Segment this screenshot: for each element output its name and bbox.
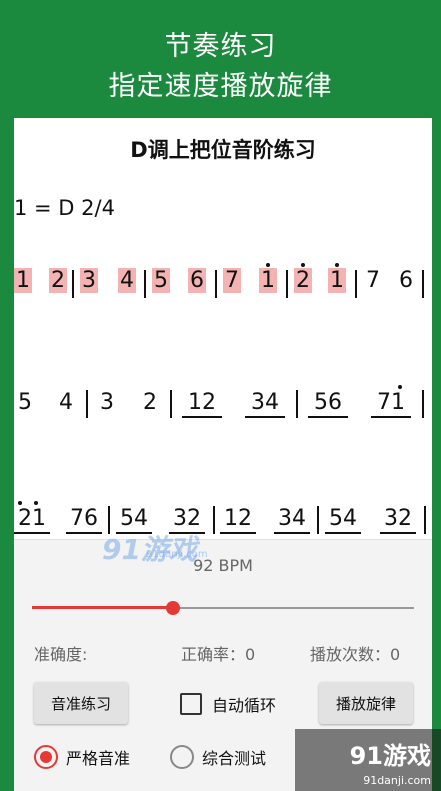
note-group: 54 bbox=[325, 506, 361, 534]
note: 1 bbox=[259, 268, 277, 293]
bar-line bbox=[422, 390, 424, 418]
tempo-slider[interactable] bbox=[32, 601, 414, 615]
app-screen: D调上把位音阶练习 1 = D 2/4 1 2 3 4 5 6 7 1 2 1 … bbox=[14, 118, 432, 791]
watermark-logo: 91游戏 bbox=[102, 533, 197, 566]
play-count: 播放次数：0 bbox=[310, 645, 401, 664]
radio-selected-icon bbox=[34, 745, 58, 769]
note: 4 bbox=[118, 268, 136, 293]
octave-dot bbox=[18, 501, 22, 505]
corner-watermark: 91游戏 91danji.com bbox=[295, 729, 441, 791]
note-group: 34 bbox=[245, 390, 285, 418]
note-group: 76 bbox=[66, 506, 102, 534]
note: 2 bbox=[143, 390, 157, 415]
mode-strict-label: 严格音准 bbox=[66, 749, 131, 768]
bar-line bbox=[296, 390, 298, 418]
bar-line bbox=[355, 270, 357, 298]
note: 5 bbox=[152, 268, 170, 293]
auto-loop-checkbox[interactable]: 自动循环 bbox=[180, 692, 276, 716]
bar-line bbox=[424, 506, 426, 534]
play-melody-button[interactable]: 播放旋律 bbox=[319, 682, 413, 724]
mode-strict-radio[interactable]: 严格音准 bbox=[34, 745, 130, 769]
bar-line bbox=[286, 270, 288, 298]
correct-rate: 正确率：0 bbox=[181, 645, 256, 664]
radio-unselected-icon bbox=[170, 745, 194, 769]
bar-line bbox=[72, 270, 74, 298]
note-group: 21 bbox=[14, 506, 50, 534]
note: 1 bbox=[328, 268, 346, 293]
slider-thumb[interactable] bbox=[166, 601, 181, 615]
note: 1 bbox=[14, 268, 32, 293]
note: 2 bbox=[49, 268, 67, 293]
note: 7 bbox=[366, 268, 380, 293]
bar-line bbox=[213, 506, 215, 534]
note: 2 bbox=[294, 268, 312, 293]
bar-line bbox=[215, 270, 217, 298]
sheet-title: D调上把位音阶练习 bbox=[130, 138, 316, 162]
note: 7 bbox=[223, 268, 241, 293]
bpm-label: 92 BPM bbox=[193, 556, 253, 575]
octave-dot bbox=[301, 263, 305, 267]
bar-line bbox=[144, 270, 146, 298]
bar-line bbox=[86, 390, 88, 418]
bar-line bbox=[317, 506, 319, 534]
checkbox-icon bbox=[180, 693, 202, 715]
bar-line bbox=[170, 390, 172, 418]
note: 6 bbox=[188, 268, 206, 293]
octave-dot bbox=[398, 385, 402, 389]
auto-loop-label: 自动循环 bbox=[212, 696, 277, 715]
corner-watermark-logo: 91游戏 bbox=[349, 742, 431, 770]
note-group: 71 bbox=[371, 390, 411, 418]
octave-dot bbox=[34, 501, 38, 505]
mode-combined-label: 综合测试 bbox=[202, 749, 267, 768]
corner-watermark-url: 91danji.com bbox=[363, 774, 431, 787]
note-group: 12 bbox=[182, 390, 222, 418]
key-signature: 1 = D 2/4 bbox=[14, 196, 115, 220]
notation-row-1: 1 2 3 4 5 6 7 1 2 1 7 6 bbox=[14, 263, 432, 328]
promo-subtitle: 指定速度播放旋律 bbox=[108, 71, 333, 102]
bar-line bbox=[422, 270, 424, 298]
note: 6 bbox=[399, 268, 413, 293]
octave-dot bbox=[266, 263, 270, 267]
note-group: 32 bbox=[380, 506, 416, 534]
accuracy-label: 准确度: bbox=[34, 645, 88, 664]
note-group: 12 bbox=[220, 506, 256, 534]
pitch-practice-button[interactable]: 音准练习 bbox=[34, 682, 128, 724]
slider-fill bbox=[32, 606, 174, 609]
note: 4 bbox=[59, 390, 73, 415]
note: 5 bbox=[18, 390, 32, 415]
note: 3 bbox=[80, 268, 98, 293]
note: 3 bbox=[100, 390, 114, 415]
note-group: 34 bbox=[274, 506, 310, 534]
mode-combined-radio[interactable]: 综合测试 bbox=[170, 745, 266, 769]
notation-row-2: 5 4 3 2 12 34 56 71 bbox=[14, 385, 432, 450]
promo-title: 节奏练习 bbox=[164, 31, 277, 62]
octave-dot bbox=[335, 263, 339, 267]
note-group: 56 bbox=[308, 390, 348, 418]
watermark-url: 91danji.com bbox=[146, 549, 208, 560]
